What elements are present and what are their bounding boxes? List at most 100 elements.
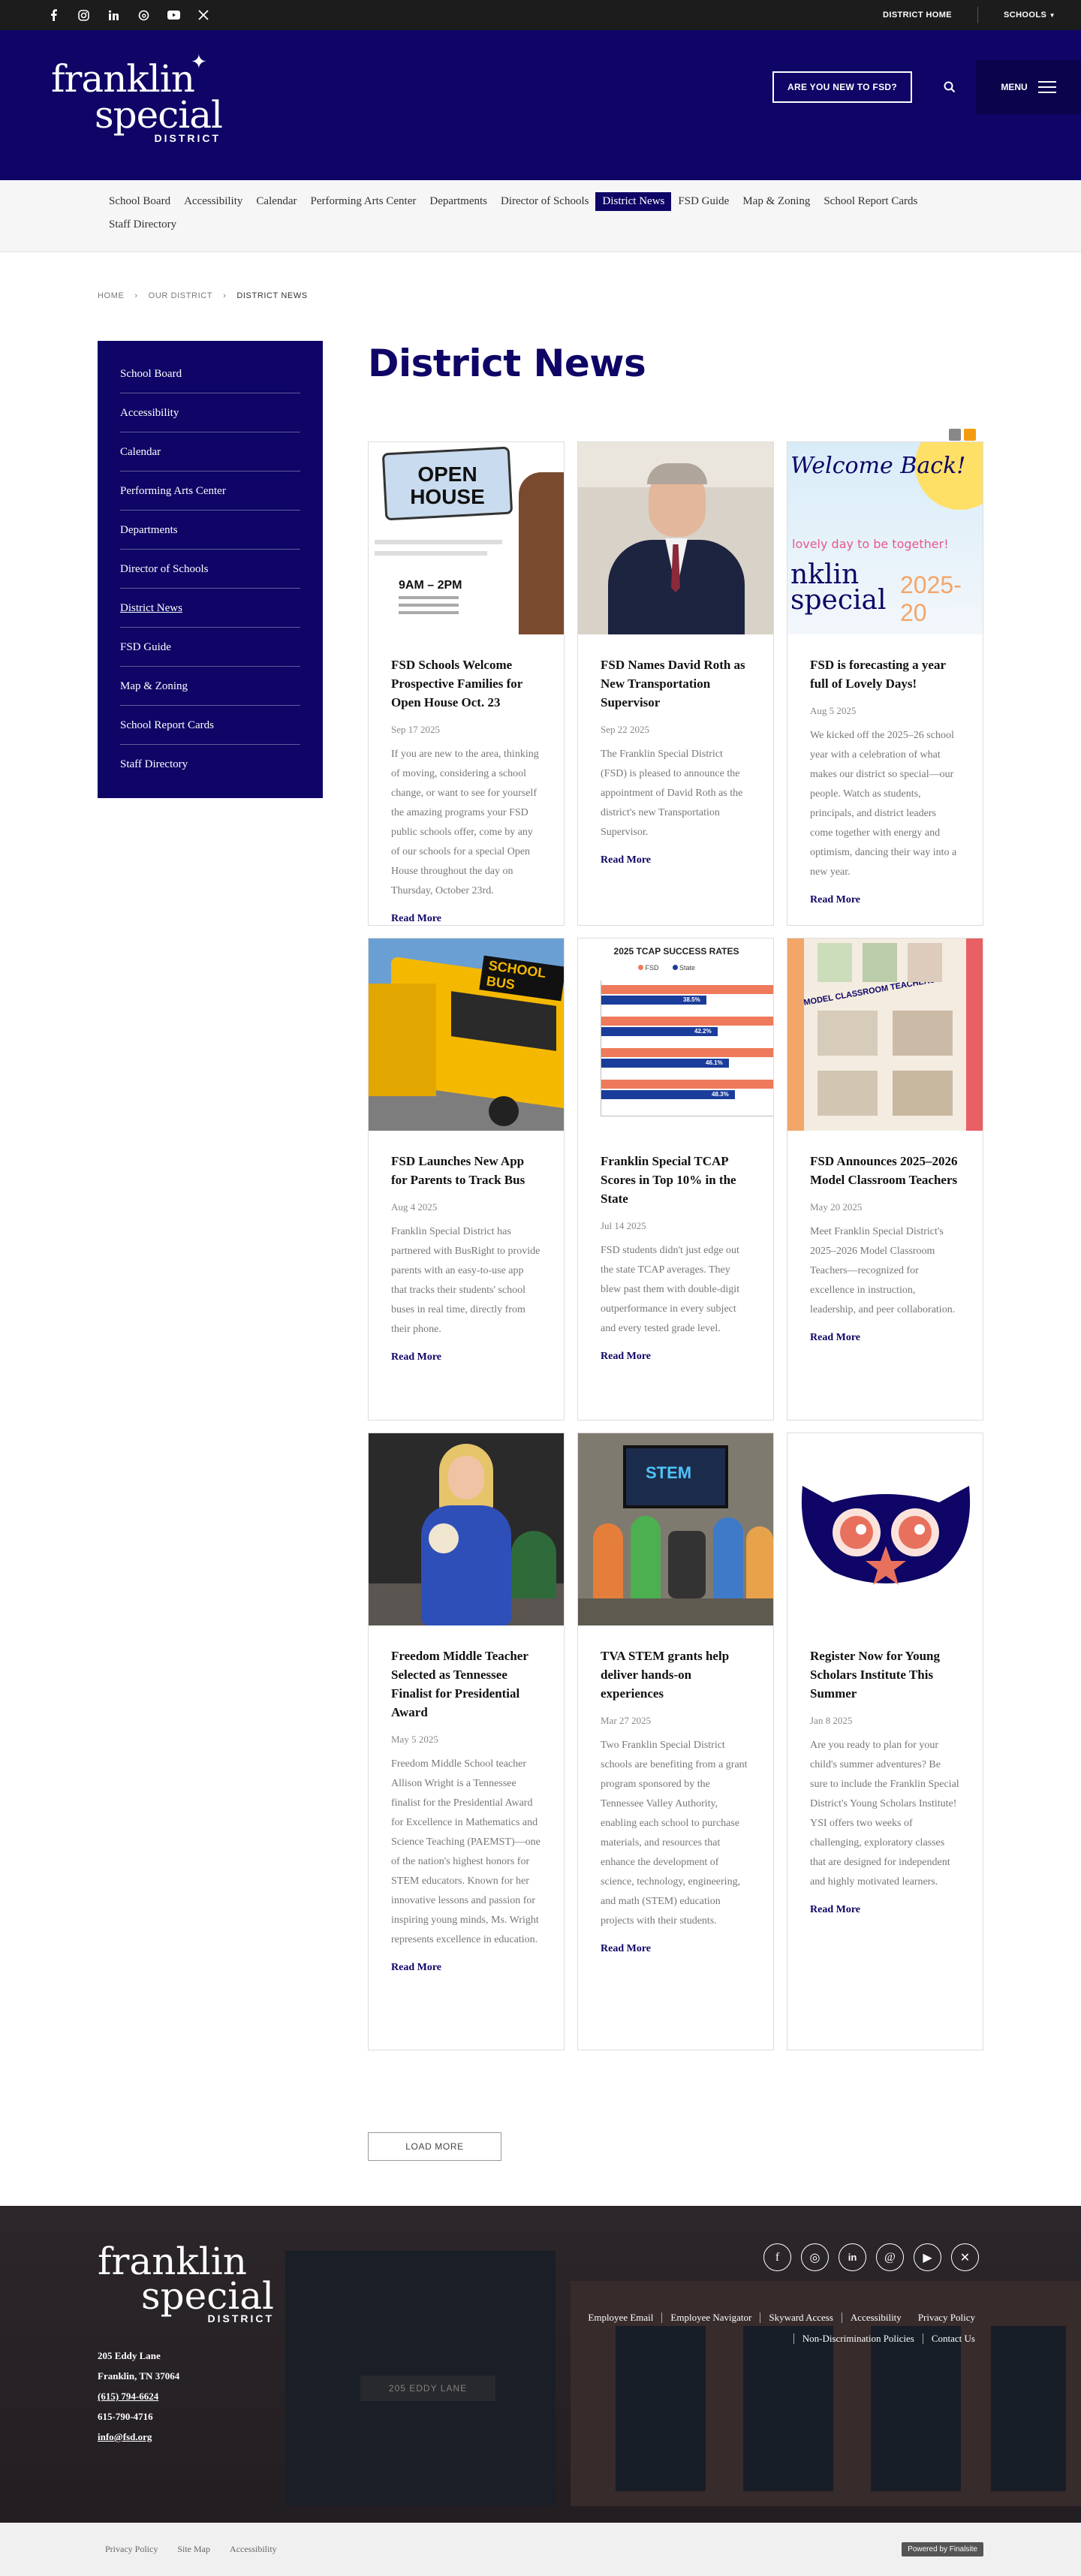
email-link[interactable]: info@fsd.org [98,2431,152,2442]
x-icon[interactable]: ✕ [951,2243,979,2271]
sidebar-item-fsd-guide[interactable]: FSD Guide [120,628,300,667]
open-house-sign: OPEN HOUSE [410,462,485,508]
legend-fsd: FSD [638,964,659,972]
load-more-button[interactable]: LOAD MORE [368,2132,501,2161]
footer-social: f ◎ in @ ▶ ✕ [763,2243,979,2271]
tcap-label-2: 42.2% [694,1028,712,1035]
rss-feed-icon[interactable] [964,429,976,441]
accessibility-link[interactable]: Accessibility [230,2544,277,2555]
news-date: May 5 2025 [391,1734,438,1745]
news-date: Mar 27 2025 [601,1715,652,1726]
rss-icon[interactable] [949,429,961,441]
footer-link-contact-us[interactable]: Contact Us [922,2333,983,2344]
news-title[interactable]: FSD Launches New App for Parents to Trac… [391,1152,541,1189]
instagram-icon[interactable]: ◎ [801,2243,829,2271]
tcap-label-4: 48.3% [712,1091,729,1098]
footer-link-non-discrimination[interactable]: Non-Discrimination Policies [793,2333,923,2344]
main-content: HOME › OUR DISTRICT › DISTRICT NEWS Scho… [0,0,1081,2576]
phone-link[interactable]: (615) 794-6624 [98,2391,158,2402]
linkedin-icon[interactable]: in [839,2243,866,2271]
footer-link-skyward-access[interactable]: Skyward Access [760,2312,842,2323]
read-more-link[interactable]: Read More [601,1943,751,1955]
news-card: FSD Names David Roth as New Transportati… [577,441,774,926]
news-thumbnail-stem-grants[interactable]: STEM [578,1433,773,1625]
sidebar-item-district-news[interactable]: District News [120,589,300,628]
welcome-back-text: Welcome Back! [790,453,966,479]
stem-screen-text: STEM [646,1463,692,1482]
news-thumbnail-school-bus[interactable]: SCHOOL BUS [369,939,564,1131]
sidebar-item-departments[interactable]: Departments [120,511,300,550]
news-date: May 20 2025 [810,1201,863,1213]
footer-link-employee-navigator[interactable]: Employee Navigator [661,2312,760,2323]
tcap-label-1: 38.5% [683,996,700,1003]
read-more-link[interactable]: Read More [601,854,751,866]
news-card: 2025 TCAP SUCCESS RATES FSD State 38.5% … [577,938,774,1421]
tcap-label-3: 46.1% [706,1059,723,1066]
footer-link-accessibility[interactable]: Accessibility [841,2312,910,2323]
sidebar-nav: School Board Accessibility Calendar Perf… [98,341,323,798]
read-more-link[interactable]: Read More [391,913,541,925]
news-date: Jan 8 2025 [810,1715,853,1726]
powered-by-finalsite[interactable]: Powered by Finalsite [902,2542,983,2556]
news-thumbnail-teacher-award[interactable] [369,1433,564,1625]
news-title[interactable]: FSD Announces 2025–2026 Model Classroom … [810,1152,960,1189]
news-date: Sep 22 2025 [601,724,649,735]
news-thumbnail-owl-logo[interactable] [787,1433,983,1625]
sidebar-item-school-report-cards[interactable]: School Report Cards [120,706,300,745]
sidebar-item-school-board[interactable]: School Board [120,354,300,393]
footer-link-privacy-policy[interactable]: Privacy Policy [910,2312,983,2323]
bottom-bar: Privacy Policy Site Map Accessibility Po… [0,2523,1081,2576]
sidebar-item-staff-directory[interactable]: Staff Directory [120,745,300,783]
news-title[interactable]: FSD is forecasting a year full of Lovely… [810,655,960,693]
news-title[interactable]: Register Now for Young Scholars Institut… [810,1647,960,1703]
breadcrumb-our-district[interactable]: OUR DISTRICT [149,291,212,300]
news-thumbnail-open-house[interactable]: OPEN HOUSE 9AM – 2PM [369,442,564,634]
tcap-chart-title: 2025 TCAP SUCCESS RATES [613,946,739,957]
fax-number: 615-790-4716 [98,2411,153,2422]
chevron-right-icon: › [223,291,227,300]
news-card: STEM TVA STEM grants help deliver hands-… [577,1433,774,2050]
sidebar-item-map-zoning[interactable]: Map & Zoning [120,667,300,706]
news-title[interactable]: FSD Names David Roth as New Transportati… [601,655,751,712]
footer-logo[interactable]: franklin special DISTRICT [98,2243,274,2324]
footer-link-employee-email[interactable]: Employee Email [580,2312,661,2323]
address-line2: Franklin, TN 37064 [98,2370,180,2382]
site-map-link[interactable]: Site Map [177,2544,210,2555]
read-more-link[interactable]: Read More [810,1904,960,1916]
news-thumbnail-lovely-day[interactable]: Welcome Back! lovely day to be together!… [787,442,983,634]
threads-icon[interactable]: @ [876,2243,904,2271]
news-title[interactable]: Freedom Middle Teacher Selected as Tenne… [391,1647,541,1722]
news-excerpt: We kicked off the 2025–26 school year wi… [810,730,957,878]
news-excerpt: The Franklin Special District (FSD) is p… [601,749,743,838]
sidebar-item-director-of-schools[interactable]: Director of Schools [120,550,300,589]
news-date: Aug 4 2025 [391,1201,438,1213]
chevron-right-icon: › [134,291,138,300]
news-title[interactable]: TVA STEM grants help deliver hands-on ex… [601,1647,751,1703]
read-more-link[interactable]: Read More [810,894,960,906]
news-title[interactable]: Franklin Special TCAP Scores in Top 10% … [601,1152,751,1208]
facebook-icon[interactable]: f [763,2243,791,2271]
site-footer: 205 EDDY LANE franklin special DISTRICT … [0,2206,1081,2523]
youtube-icon[interactable]: ▶ [914,2243,941,2271]
footer-links: Employee Email Employee Navigator Skywar… [563,2312,983,2344]
read-more-link[interactable]: Read More [810,1332,960,1344]
news-title[interactable]: FSD Schools Welcome Prospective Families… [391,655,541,712]
privacy-policy-link[interactable]: Privacy Policy [105,2544,158,2555]
read-more-link[interactable]: Read More [391,1351,541,1363]
news-thumbnail-david-roth[interactable] [578,442,773,634]
sidebar-item-accessibility[interactable]: Accessibility [120,393,300,432]
lovely-day-text: lovely day to be together! [792,537,949,551]
read-more-link[interactable]: Read More [391,1962,541,1974]
feed-icons [949,429,976,441]
read-more-link[interactable]: Read More [601,1351,751,1363]
breadcrumb-home[interactable]: HOME [98,291,124,300]
news-excerpt: Meet Franklin Special District's 2025–20… [810,1226,956,1315]
news-excerpt: Are you ready to plan for your child's s… [810,1740,959,1888]
news-thumbnail-model-teachers[interactable]: MODEL CLASSROOM TEACHERS [787,939,983,1131]
open-house-time: 9AM – 2PM [399,579,462,592]
breadcrumb: HOME › OUR DISTRICT › DISTRICT NEWS [98,291,308,300]
sidebar-item-performing-arts-center[interactable]: Performing Arts Center [120,472,300,511]
sidebar-item-calendar[interactable]: Calendar [120,432,300,472]
news-excerpt: FSD students didn't just edge out the st… [601,1245,740,1334]
news-thumbnail-tcap-chart[interactable]: 2025 TCAP SUCCESS RATES FSD State 38.5% … [578,939,773,1131]
